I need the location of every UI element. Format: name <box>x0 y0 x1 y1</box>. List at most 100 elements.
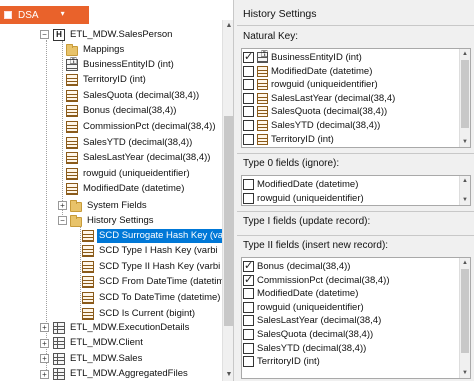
list-item[interactable]: SalesQuota (decimal(38,4)) <box>242 105 387 118</box>
tree-item-system-fields[interactable]: + System Fields <box>58 198 149 213</box>
checkbox[interactable] <box>243 329 254 340</box>
scroll-up-icon[interactable]: ▲ <box>460 258 470 268</box>
tree-item-label: SalesLastYear (decimal(38,4)) <box>83 152 211 164</box>
tree-item-history-settings[interactable]: − History Settings <box>58 213 156 228</box>
tree-item-history-field[interactable]: SCD From DateTime (datetim <box>82 275 226 290</box>
history-settings-title: History Settings <box>237 4 474 26</box>
tree-item-salesperson[interactable]: − H ETL_MDW.SalesPerson <box>40 27 174 42</box>
checkbox[interactable] <box>243 179 254 190</box>
tree-item-history-field[interactable]: SCD Type II Hash Key (varbi <box>82 259 222 274</box>
checkbox[interactable] <box>243 342 254 354</box>
list-item[interactable]: Bonus (decimal(38,4)) <box>242 259 351 273</box>
tree-item-column[interactable]: SalesQuota (decimal(38,4)) <box>66 88 201 103</box>
object-tree-pane[interactable]: DSA ▾ − H ETL_MDW.SalesPerson Mappings B… <box>0 0 234 381</box>
tree-item-column[interactable]: BusinessEntityID (int) <box>66 56 176 72</box>
tree-item-table[interactable]: + ETL_MDW.AggregatedFiles <box>40 367 190 381</box>
expand-icon[interactable]: + <box>40 338 49 348</box>
tab-dropdown-button[interactable]: ▾ <box>46 6 89 24</box>
checkbox[interactable] <box>243 273 254 286</box>
list-item-label: SalesQuota (decimal(38,4)) <box>271 106 388 118</box>
tree-item-column[interactable]: CommissionPct (decimal(38,4)) <box>66 119 218 134</box>
scroll-up-icon[interactable]: ▲ <box>460 49 470 59</box>
tree-item-label: ETL_MDW.Sales <box>70 352 143 364</box>
scroll-down-icon[interactable]: ▼ <box>460 137 470 147</box>
expand-icon[interactable]: + <box>40 354 49 364</box>
checkbox[interactable] <box>243 92 254 104</box>
tree-item-table[interactable]: + ETL_MDW.ExecutionDetails <box>40 320 191 335</box>
checkbox[interactable] <box>243 315 254 327</box>
tree-item-history-field[interactable]: SCD Is Current (bigint) <box>82 306 197 321</box>
scrollbar-thumb[interactable] <box>461 60 469 128</box>
scroll-up-icon[interactable]: ▲ <box>223 20 233 32</box>
list-item[interactable]: SalesLastYear (decimal(38,4) <box>242 314 381 327</box>
tree-item-history-field[interactable]: SCD Surrogate Hash Key (va <box>82 228 226 243</box>
scrollbar-thumb[interactable] <box>224 116 233 326</box>
tree-item-history-field[interactable]: SCD To DateTime (datetime) <box>82 290 222 305</box>
collapse-icon[interactable]: − <box>58 216 67 225</box>
scroll-down-icon[interactable]: ▼ <box>460 368 470 378</box>
checkbox[interactable] <box>243 288 254 300</box>
tree-item-column[interactable]: rowguid (uniqueidentifier) <box>66 166 192 181</box>
tree-item-history-field[interactable]: SCD Type I Hash Key (varbi <box>82 244 220 259</box>
list-item[interactable]: SalesQuota (decimal(38,4)) <box>242 328 373 341</box>
dsa-tab[interactable]: DSA <box>0 6 47 24</box>
tree-item-table[interactable]: + ETL_MDW.Client <box>40 336 145 351</box>
checkbox[interactable] <box>243 65 254 77</box>
list-item[interactable]: SalesLastYear (decimal(38,4) <box>242 92 395 105</box>
list-scrollbar[interactable]: ▲ ▼ <box>459 49 470 147</box>
expand-icon[interactable]: + <box>40 369 49 379</box>
tree-item-column[interactable]: Bonus (decimal(38,4)) <box>66 104 178 119</box>
checkbox[interactable] <box>243 301 254 313</box>
scroll-up-icon[interactable]: ▲ <box>460 176 470 186</box>
checkbox[interactable] <box>243 106 254 118</box>
checkbox[interactable] <box>243 192 254 204</box>
collapse-icon[interactable]: − <box>40 30 49 39</box>
checkbox[interactable] <box>243 133 254 145</box>
tree-item-label: TerritoryID (int) <box>83 74 146 86</box>
list-scrollbar[interactable]: ▲ ▼ <box>459 258 470 378</box>
table-icon <box>53 352 65 365</box>
list-item[interactable]: CommissionPct (decimal(38,4)) <box>242 273 390 287</box>
column-icon <box>257 120 268 131</box>
list-item-label: ModifiedDate (datetime) <box>257 179 359 190</box>
tree-scrollbar[interactable]: ▲ ▼ <box>222 20 233 381</box>
tree-item-column[interactable]: SalesYTD (decimal(38,4)) <box>66 135 194 150</box>
tree-item-label: SalesYTD (decimal(38,4)) <box>83 136 193 148</box>
tree-item-column[interactable]: ModifiedDate (datetime) <box>66 182 186 197</box>
tree-item-label: SCD From DateTime (datetim <box>99 276 225 288</box>
list-item-label: Bonus (decimal(38,4)) <box>257 261 351 272</box>
key-column-icon <box>257 49 268 63</box>
list-item[interactable]: rowguid (uniqueidentifier) <box>242 301 364 314</box>
tree-item-column[interactable]: SalesLastYear (decimal(38,4)) <box>66 151 212 166</box>
list-item-label: TerritoryID (int) <box>271 133 334 145</box>
list-item[interactable]: ModifiedDate (datetime) <box>242 178 358 191</box>
tree-item-table[interactable]: + ETL_MDW.Sales <box>40 351 144 366</box>
list-item[interactable]: SalesYTD (decimal(38,4)) <box>242 119 380 132</box>
scroll-down-icon[interactable]: ▼ <box>223 369 233 381</box>
list-item[interactable]: ModifiedDate (datetime) <box>242 287 358 300</box>
type0-list[interactable]: rowguid (uniqueidentifier) ModifiedDate (… <box>241 175 471 206</box>
checkbox[interactable] <box>243 356 254 368</box>
list-scrollbar[interactable]: ▲ ▼ <box>459 176 470 205</box>
list-item[interactable]: ModifiedDate (datetime) <box>242 65 372 78</box>
list-item[interactable]: TerritoryID (int) <box>242 133 334 146</box>
list-item[interactable]: rowguid (uniqueidentifier) <box>242 192 364 205</box>
scrollbar-thumb[interactable] <box>461 269 469 353</box>
checkbox[interactable] <box>243 50 254 63</box>
tree-item-column[interactable]: TerritoryID (int) <box>66 73 148 88</box>
tree-item-label: SCD Type I Hash Key (varbi <box>99 245 218 257</box>
scroll-down-icon[interactable]: ▼ <box>460 195 470 205</box>
checkbox[interactable] <box>243 120 254 131</box>
checkbox[interactable] <box>243 259 254 272</box>
type2-list[interactable]: TerritoryID (int) SalesYTD (decimal(38,4)… <box>241 257 471 379</box>
expand-icon[interactable]: + <box>40 323 49 332</box>
natural-key-list[interactable]: TerritoryID (int) SalesYTD (decimal(38,4)… <box>241 48 471 148</box>
tree-item-label: ETL_MDW.Client <box>70 337 143 349</box>
expand-icon[interactable]: + <box>58 201 67 210</box>
checkbox[interactable] <box>243 79 254 91</box>
list-item[interactable]: SalesYTD (decimal(38,4)) <box>242 342 366 355</box>
column-icon <box>82 260 94 273</box>
list-item[interactable]: BusinessEntityID (int) <box>242 49 362 64</box>
list-item[interactable]: TerritoryID (int) <box>242 355 320 368</box>
list-item[interactable]: rowguid (uniqueidentifier) <box>242 78 378 91</box>
